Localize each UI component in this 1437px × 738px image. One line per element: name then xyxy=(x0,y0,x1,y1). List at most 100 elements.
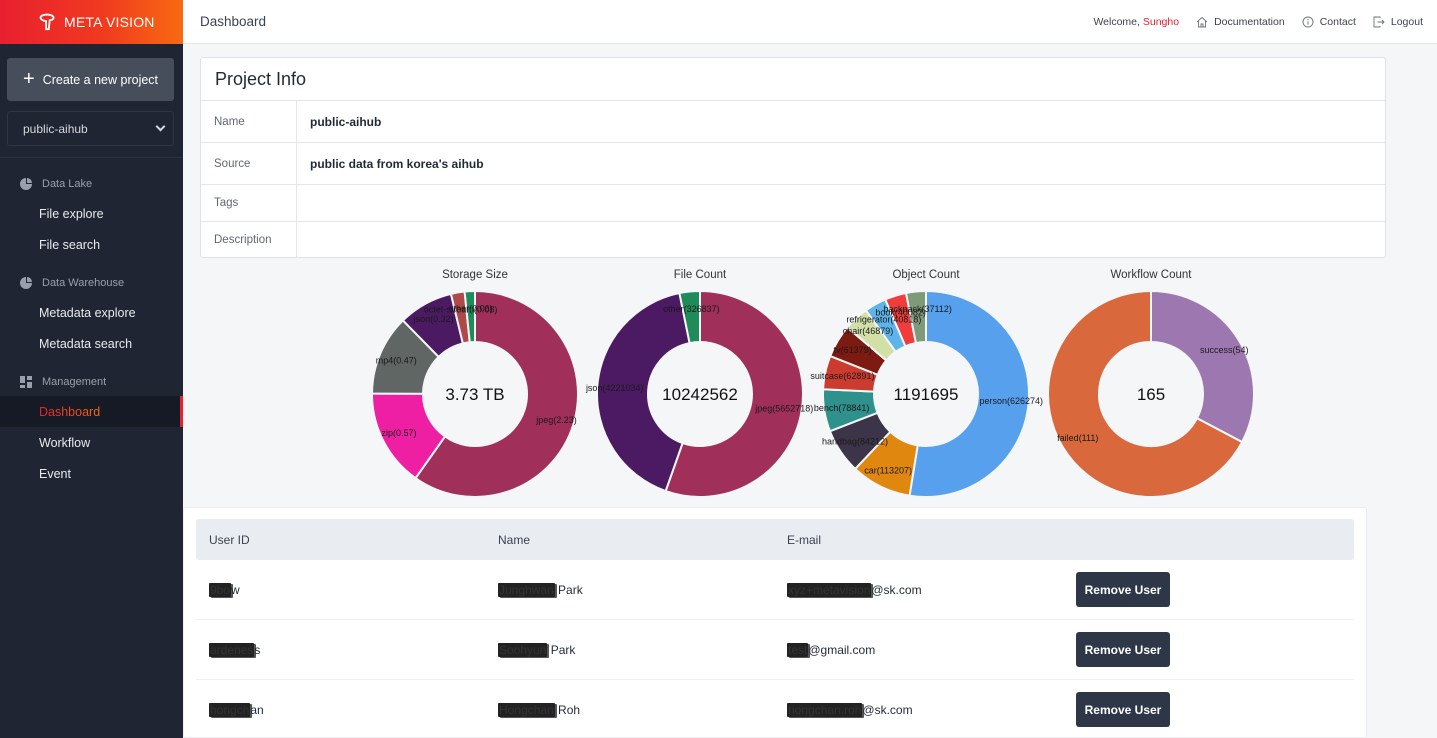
nav-label: Workflow xyxy=(39,435,91,450)
name-text: Park xyxy=(547,642,576,657)
redacted-text: Junghwan xyxy=(498,582,555,597)
documentation-label: Documentation xyxy=(1214,15,1285,28)
documentation-link[interactable]: Documentation xyxy=(1196,16,1285,28)
page-title: Dashboard xyxy=(200,14,267,29)
slice-label: other(326837) xyxy=(663,304,720,314)
remove-user-button[interactable]: Remove User xyxy=(1076,572,1170,607)
table-row: ardeness Soohyun Park test@gmail.com Rem… xyxy=(196,620,1354,680)
redacted-text: Hongchan xyxy=(498,702,555,717)
section-management: Management xyxy=(0,368,183,396)
nav-label: Metadata search xyxy=(39,336,133,351)
users-table: User ID Name E-mail 9bow Junghwan Park x… xyxy=(183,507,1367,738)
chart-title: Object Count xyxy=(892,269,960,281)
nav-label: File search xyxy=(39,237,101,252)
welcome-text: Welcome, Sungho xyxy=(1093,16,1179,28)
username: Sungho xyxy=(1142,15,1180,28)
user-id-text: an xyxy=(250,702,264,717)
name-cell: Junghwan Park xyxy=(498,582,583,597)
info-label: Source xyxy=(201,143,297,184)
column-header-name[interactable]: Name xyxy=(498,533,530,547)
remove-user-button[interactable]: Remove User xyxy=(1076,632,1170,667)
redacted-text: xyz+metavision xyxy=(787,582,872,597)
project-select[interactable]: public-aihub xyxy=(7,111,174,146)
user-id-cell: ardeness xyxy=(209,642,260,657)
top-bar: Dashboard Welcome, Sungho Documentation … xyxy=(183,0,1437,44)
email-cell: hongchan.roh@sk.com xyxy=(787,702,913,717)
storage-size-chart: Storage Size jpeg(2.23) zip(0.57) mp4(0.47… xyxy=(370,266,590,502)
info-row-tags: Tags xyxy=(201,185,1385,222)
slice-label: handbag(84212) xyxy=(822,437,888,447)
charts-row: Storage Size jpeg(2.23) zip(0.57) mp4(0.47… xyxy=(370,266,1260,502)
sidebar-item-workflow[interactable]: Workflow xyxy=(0,427,183,458)
name-text: Park xyxy=(554,582,583,597)
home-icon xyxy=(1196,16,1208,27)
section-title: Data Warehouse xyxy=(42,277,125,289)
slice-label: success(54) xyxy=(1200,345,1249,355)
section-data-warehouse: Data Warehouse xyxy=(0,269,183,297)
slice-label: suitcase(62891) xyxy=(810,371,874,381)
slice-label: mp4(0.47) xyxy=(376,356,417,366)
table-row: hongchan Hongchan Roh hongchan.roh@sk.co… xyxy=(196,680,1354,738)
slice-label: backpack(37112) xyxy=(883,304,951,314)
redacted-text: 9bo xyxy=(209,582,232,597)
contact-link[interactable]: Contact xyxy=(1302,16,1356,28)
column-header-email[interactable]: E-mail xyxy=(787,533,821,547)
slice-label: person(626274) xyxy=(979,396,1043,406)
redacted-text: test xyxy=(787,642,809,657)
object-count-chart: Object Count person(626274) car(113207) ha… xyxy=(810,266,1043,502)
slice-label: other(0.06) xyxy=(449,304,493,314)
donut-center-label: 10242562 xyxy=(662,385,738,404)
section-data-lake: Data Lake xyxy=(0,170,183,198)
name-cell: Hongchan Roh xyxy=(498,702,581,717)
slice-label: json(4221034) xyxy=(585,383,644,393)
logout-label: Logout xyxy=(1390,15,1423,28)
project-info-card: Project Info Name public-aihub Source pu… xyxy=(200,57,1386,258)
file-count-donut: jpeg(5652718) json(4221034) other(326837) 1… xyxy=(585,289,813,498)
contact-label: Contact xyxy=(1319,15,1356,28)
user-id-text: w xyxy=(231,582,240,597)
slice-label: zip(0.57) xyxy=(381,428,416,438)
info-value: public-aihub xyxy=(310,114,382,129)
sidebar-item-file-explore[interactable]: File explore xyxy=(0,198,183,229)
redacted-text: hongchan.roh xyxy=(787,702,863,717)
remove-user-button[interactable]: Remove User xyxy=(1076,692,1170,727)
sidebar-item-metadata-explore[interactable]: Metadata explore xyxy=(0,297,183,328)
chart-title: Storage Size xyxy=(442,269,508,281)
slice-label: bench(78841) xyxy=(814,403,870,413)
logout-icon xyxy=(1373,16,1385,27)
email-text: @sk.com xyxy=(862,702,913,717)
info-label: Tags xyxy=(201,185,297,221)
sidebar-item-dashboard[interactable]: Dashboard xyxy=(0,396,183,427)
brand-header[interactable]: META VISION xyxy=(0,0,183,44)
plus-icon: + xyxy=(23,67,35,90)
workflow-count-donut: success(54) failed(111) 165 xyxy=(1047,289,1255,498)
chevron-down-icon xyxy=(155,121,166,132)
email-cell: xyz+metavision@sk.com xyxy=(787,582,922,597)
sidebar-item-file-search[interactable]: File search xyxy=(0,229,183,260)
slice-label: car(113207) xyxy=(864,466,912,476)
user-id-cell: hongchan xyxy=(209,702,264,717)
chart-title: File Count xyxy=(673,269,727,281)
logout-link[interactable]: Logout xyxy=(1373,16,1423,28)
sidebar: META VISION + Create a new project publi… xyxy=(0,0,183,738)
slice-label: jpeg(2.23) xyxy=(535,415,577,425)
create-project-button[interactable]: + Create a new project xyxy=(7,58,174,101)
brand-logo-icon xyxy=(39,13,55,31)
nav-label: Dashboard xyxy=(39,404,101,419)
sidebar-item-event[interactable]: Event xyxy=(0,458,183,489)
email-text: @sk.com xyxy=(871,582,922,597)
object-count-donut: person(626274) car(113207) handbag(84212) b… xyxy=(810,289,1043,498)
donut-center-label: 165 xyxy=(1137,385,1165,404)
project-info-title: Project Info xyxy=(201,58,1385,101)
column-header-user-id[interactable]: User ID xyxy=(209,533,250,547)
nav-label: Event xyxy=(39,466,71,481)
table-row: 9bow Junghwan Park xyz+metavision@sk.com… xyxy=(196,560,1354,620)
name-text: Roh xyxy=(554,702,581,717)
sidebar-item-metadata-search[interactable]: Metadata search xyxy=(0,328,183,359)
brand-name: META VISION xyxy=(64,14,155,30)
workflow-count-chart: Workflow Count success(54) failed(111) 165 xyxy=(1046,266,1266,502)
email-cell: test@gmail.com xyxy=(787,642,875,657)
donut-slice-success[interactable] xyxy=(1150,289,1255,444)
pie-chart-icon xyxy=(20,277,32,289)
slice-label: tv(61379) xyxy=(834,345,872,355)
